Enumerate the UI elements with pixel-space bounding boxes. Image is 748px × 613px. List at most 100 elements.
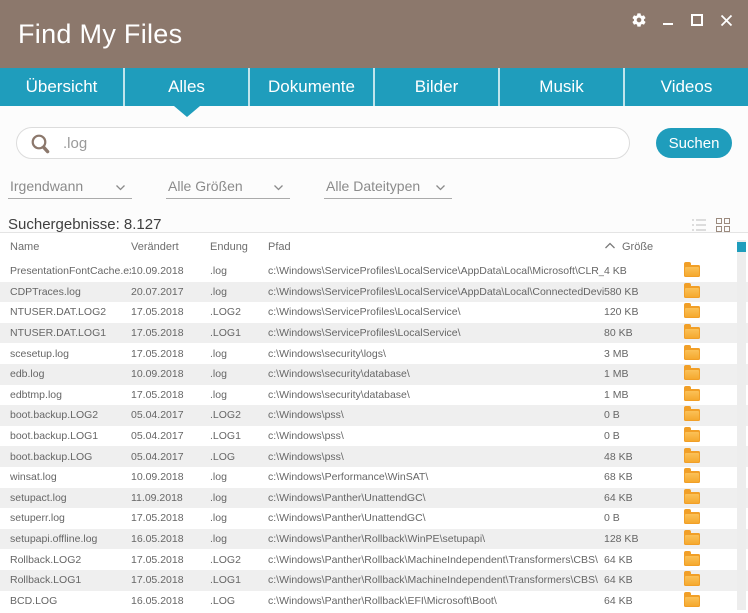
- file-name: CDPTraces.log: [0, 286, 131, 298]
- view-toggle: [692, 218, 730, 232]
- column-header-modified[interactable]: Verändert: [131, 241, 210, 253]
- table-row[interactable]: NTUSER.DAT.LOG2 17.05.2018 .LOG2 c:\Wind…: [0, 302, 748, 323]
- table-row[interactable]: boot.backup.LOG 05.04.2017 .LOG c:\Windo…: [0, 446, 748, 467]
- open-folder-icon[interactable]: [684, 471, 700, 483]
- search-icon: [30, 133, 52, 160]
- file-extension: .log: [210, 492, 268, 504]
- filter-dropdown-1[interactable]: Alle Größen: [166, 178, 290, 199]
- open-folder-icon[interactable]: [684, 389, 700, 401]
- column-header-name[interactable]: Name: [0, 241, 131, 253]
- tab-bar: Übersicht Alles Dokumente Bilder Musik V…: [0, 68, 748, 106]
- table-row[interactable]: PresentationFontCache.exe.log 10.09.2018…: [0, 261, 748, 282]
- tab-bilder[interactable]: Bilder: [373, 68, 498, 106]
- table-row[interactable]: boot.backup.LOG1 05.04.2017 .LOG1 c:\Win…: [0, 426, 748, 447]
- file-path: c:\Windows\pss\: [268, 409, 604, 421]
- file-path: c:\Windows\pss\: [268, 451, 604, 463]
- file-size: 4 KB: [604, 265, 684, 277]
- file-name: NTUSER.DAT.LOG2: [0, 306, 131, 318]
- file-modified: 17.05.2018: [131, 554, 210, 566]
- column-header-extension[interactable]: Endung: [210, 241, 268, 253]
- table-row[interactable]: winsat.log 10.09.2018 .log c:\Windows\Pe…: [0, 467, 748, 488]
- open-folder-icon[interactable]: [684, 595, 700, 607]
- filter-dropdown-0[interactable]: Irgendwann: [8, 178, 132, 199]
- tab-musik[interactable]: Musik: [498, 68, 623, 106]
- table-row[interactable]: Rollback.LOG2 17.05.2018 .LOG2 c:\Window…: [0, 549, 748, 570]
- table-row[interactable]: boot.backup.LOG2 05.04.2017 .LOG2 c:\Win…: [0, 405, 748, 426]
- file-path: c:\Windows\Panther\Rollback\EFI\Microsof…: [268, 595, 604, 607]
- open-folder-icon[interactable]: [684, 574, 700, 586]
- column-header-size-label: Größe: [622, 241, 653, 253]
- open-folder-icon[interactable]: [684, 327, 700, 339]
- open-folder-icon[interactable]: [684, 306, 700, 318]
- open-folder-icon[interactable]: [684, 286, 700, 298]
- table-row[interactable]: Rollback.LOG1 17.05.2018 .LOG1 c:\Window…: [0, 570, 748, 591]
- tab-label: Übersicht: [26, 77, 98, 97]
- file-modified: 17.05.2018: [131, 574, 210, 586]
- file-modified: 16.05.2018: [131, 533, 210, 545]
- file-modified: 17.05.2018: [131, 348, 210, 360]
- file-modified: 05.04.2017: [131, 409, 210, 421]
- file-modified: 17.05.2018: [131, 512, 210, 524]
- minimize-icon[interactable]: [658, 10, 678, 30]
- file-size: 0 B: [604, 430, 684, 442]
- table-row[interactable]: setupapi.offline.log 16.05.2018 .log c:\…: [0, 529, 748, 550]
- settings-gear-icon[interactable]: [629, 10, 649, 30]
- search-button[interactable]: Suchen: [656, 128, 732, 158]
- filter-dropdown-2[interactable]: Alle Dateitypen: [324, 178, 452, 199]
- table-row[interactable]: scesetup.log 17.05.2018 .log c:\Windows\…: [0, 343, 748, 364]
- file-extension: .log: [210, 533, 268, 545]
- open-folder-icon[interactable]: [684, 409, 700, 421]
- file-extension: .LOG: [210, 451, 268, 463]
- vertical-scrollbar[interactable]: [737, 240, 746, 610]
- grid-view-icon[interactable]: [716, 218, 730, 232]
- open-folder-icon[interactable]: [684, 533, 700, 545]
- open-folder-icon[interactable]: [684, 451, 700, 463]
- table-row[interactable]: setuperr.log 17.05.2018 .log c:\Windows\…: [0, 508, 748, 529]
- file-path: c:\Windows\Panther\UnattendGC\: [268, 492, 604, 504]
- open-folder-icon[interactable]: [684, 368, 700, 380]
- open-folder-icon[interactable]: [684, 348, 700, 360]
- open-folder-icon[interactable]: [684, 512, 700, 524]
- column-header-size[interactable]: Größe: [604, 241, 684, 253]
- file-name: boot.backup.LOG: [0, 451, 131, 463]
- file-extension: .log: [210, 286, 268, 298]
- table-row[interactable]: NTUSER.DAT.LOG1 17.05.2018 .LOG1 c:\Wind…: [0, 323, 748, 344]
- column-header-path[interactable]: Pfad: [268, 241, 604, 253]
- scrollbar-thumb[interactable]: [737, 242, 746, 252]
- tab-label: Musik: [539, 77, 583, 97]
- file-path: c:\Windows\ServiceProfiles\LocalService\…: [268, 286, 604, 298]
- file-size: 68 KB: [604, 471, 684, 483]
- chevron-down-icon: [435, 178, 446, 194]
- table-row[interactable]: setupact.log 11.09.2018 .log c:\Windows\…: [0, 488, 748, 509]
- open-folder-icon[interactable]: [684, 492, 700, 504]
- open-folder-icon[interactable]: [684, 554, 700, 566]
- tab-dokumente[interactable]: Dokumente: [248, 68, 373, 106]
- tab-alles[interactable]: Alles: [123, 68, 248, 106]
- open-folder-icon[interactable]: [684, 265, 700, 277]
- close-icon[interactable]: [716, 10, 736, 30]
- file-path: c:\Windows\Panther\Rollback\MachineIndep…: [268, 554, 604, 566]
- table-row[interactable]: edb.log 10.09.2018 .log c:\Windows\secur…: [0, 364, 748, 385]
- results-count-label: Suchergebnisse:: [8, 216, 120, 233]
- file-name: scesetup.log: [0, 348, 131, 360]
- file-extension: .LOG1: [210, 574, 268, 586]
- tab-videos[interactable]: Videos: [623, 68, 748, 106]
- table-row[interactable]: BCD.LOG 16.05.2018 .LOG c:\Windows\Panth…: [0, 591, 748, 612]
- sort-ascending-icon: [604, 241, 616, 253]
- maximize-icon[interactable]: [687, 10, 707, 30]
- app-title: Find My Files: [18, 19, 182, 50]
- results-row: Suchergebnisse: 8.127: [8, 216, 730, 233]
- file-size: 1 MB: [604, 368, 684, 380]
- file-extension: .LOG: [210, 595, 268, 607]
- table-row[interactable]: edbtmp.log 17.05.2018 .log c:\Windows\se…: [0, 385, 748, 406]
- tab-übersicht[interactable]: Übersicht: [0, 68, 123, 106]
- file-path: c:\Windows\Panther\Rollback\WinPE\setupa…: [268, 533, 604, 545]
- table-row[interactable]: CDPTraces.log 20.07.2017 .log c:\Windows…: [0, 282, 748, 303]
- filter-label: Irgendwann: [10, 178, 83, 194]
- search-input[interactable]: [17, 128, 629, 158]
- open-folder-icon[interactable]: [684, 430, 700, 442]
- file-size: 580 KB: [604, 286, 684, 298]
- list-view-icon[interactable]: [692, 219, 706, 231]
- file-name: winsat.log: [0, 471, 131, 483]
- file-extension: .LOG2: [210, 306, 268, 318]
